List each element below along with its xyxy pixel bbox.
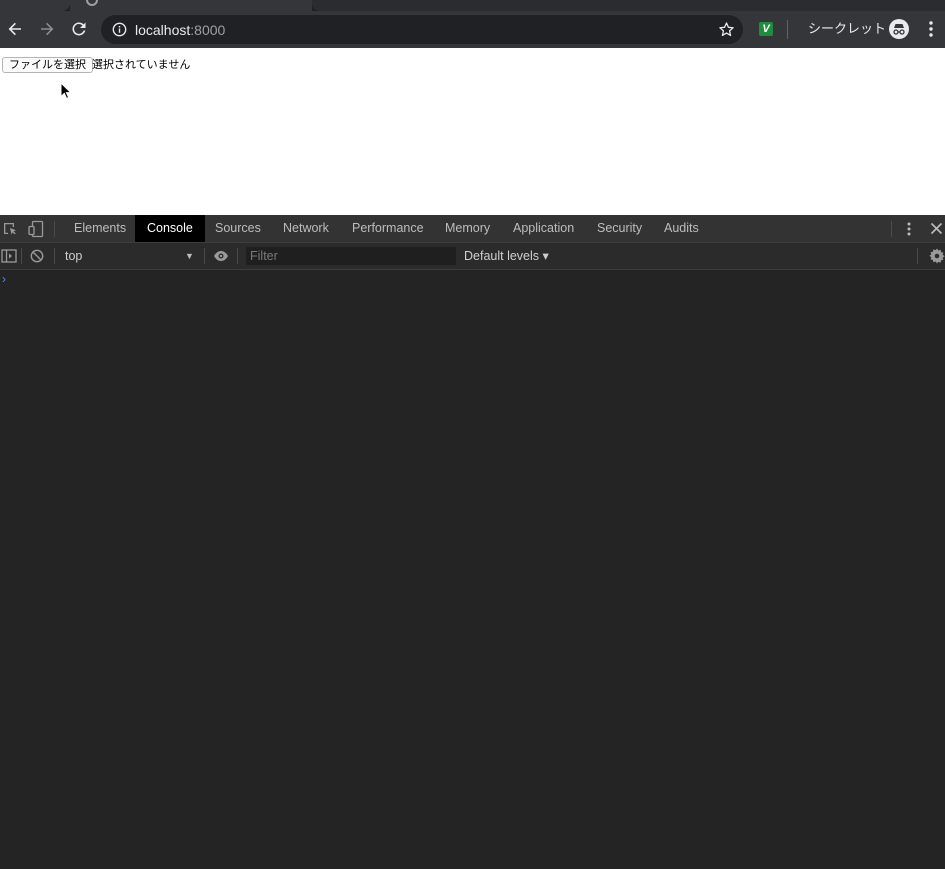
- incognito-label[interactable]: シークレット: [808, 21, 886, 37]
- incognito-glyph-icon: [893, 24, 905, 35]
- back-arrow-icon: [8, 22, 21, 36]
- inspect-element-icon[interactable]: [2, 221, 18, 237]
- browser-toolbar: localhost:8000 V シークレット: [0, 11, 945, 48]
- console-settings-gear-icon[interactable]: [929, 248, 945, 264]
- devtools-menu-icon[interactable]: [902, 221, 916, 237]
- console-toolbar-separator: [237, 248, 238, 264]
- browser-tab-previous[interactable]: [0, 0, 70, 11]
- forward-arrow-icon: [41, 22, 54, 36]
- tab-console[interactable]: Console: [135, 215, 205, 242]
- reload-icon: [72, 22, 86, 36]
- devtools-right-separator: [891, 221, 892, 237]
- toolbar-divider: [787, 20, 788, 39]
- url-host: localhost: [135, 22, 191, 38]
- url-port: :8000: [190, 22, 226, 38]
- extension-v-icon[interactable]: V: [759, 22, 773, 36]
- execution-context-select[interactable]: top: [65, 243, 82, 269]
- incognito-icon[interactable]: [889, 19, 909, 39]
- info-icon[interactable]: [112, 22, 127, 37]
- live-expression-eye-icon[interactable]: [213, 250, 229, 262]
- tab-application[interactable]: Application: [501, 215, 586, 242]
- tab-network[interactable]: Network: [271, 215, 341, 242]
- console-sidebar-icon[interactable]: [1, 249, 17, 263]
- context-dropdown-arrow-icon[interactable]: ▼: [185, 243, 194, 269]
- choose-file-button[interactable]: ファイルを選択: [2, 57, 93, 73]
- console-prompt[interactable]: ›: [2, 273, 6, 285]
- browser-menu-icon[interactable]: [924, 19, 938, 39]
- back-button[interactable]: [3, 17, 27, 41]
- tab-sources[interactable]: Sources: [203, 215, 273, 242]
- devtools-panel: Elements Console Sources Network Perform…: [0, 215, 945, 869]
- tab-security[interactable]: Security: [585, 215, 654, 242]
- browser-tab-active[interactable]: [70, 0, 312, 11]
- web-page: ファイルを選択 選択されていません: [0, 48, 945, 215]
- forward-button[interactable]: [35, 17, 59, 41]
- reload-button[interactable]: [67, 17, 91, 41]
- tab-elements[interactable]: Elements: [62, 215, 138, 242]
- tab-performance[interactable]: Performance: [340, 215, 436, 242]
- console-toolbar-separator: [917, 248, 918, 264]
- console-toolbar-separator: [204, 248, 205, 264]
- address-bar[interactable]: localhost:8000: [101, 15, 743, 44]
- device-toolbar-icon[interactable]: [28, 220, 44, 238]
- browser-tabstrip: [0, 0, 945, 11]
- clear-console-icon[interactable]: [30, 249, 44, 263]
- bookmark-star-icon[interactable]: [718, 21, 735, 38]
- console-toolbar: top ▼ Default levels ▾: [0, 243, 945, 270]
- browser-tab-next[interactable]: [312, 0, 945, 11]
- tab-favicon-icon: [86, 0, 98, 6]
- no-file-selected-text: 選択されていません: [92, 58, 191, 71]
- devtools-tabbar: Elements Console Sources Network Perform…: [0, 215, 945, 243]
- console-toolbar-separator: [54, 248, 55, 264]
- console-toolbar-separator: [21, 248, 22, 264]
- log-levels-dropdown[interactable]: Default levels ▾: [464, 243, 549, 269]
- mouse-cursor-icon: [60, 82, 72, 100]
- url-text[interactable]: localhost:8000: [135, 22, 225, 38]
- console-filter-input[interactable]: [246, 247, 456, 265]
- tab-memory[interactable]: Memory: [433, 215, 502, 242]
- tab-audits[interactable]: Audits: [652, 215, 711, 242]
- devtools-tab-separator: [54, 221, 55, 237]
- close-devtools-icon[interactable]: [930, 222, 943, 235]
